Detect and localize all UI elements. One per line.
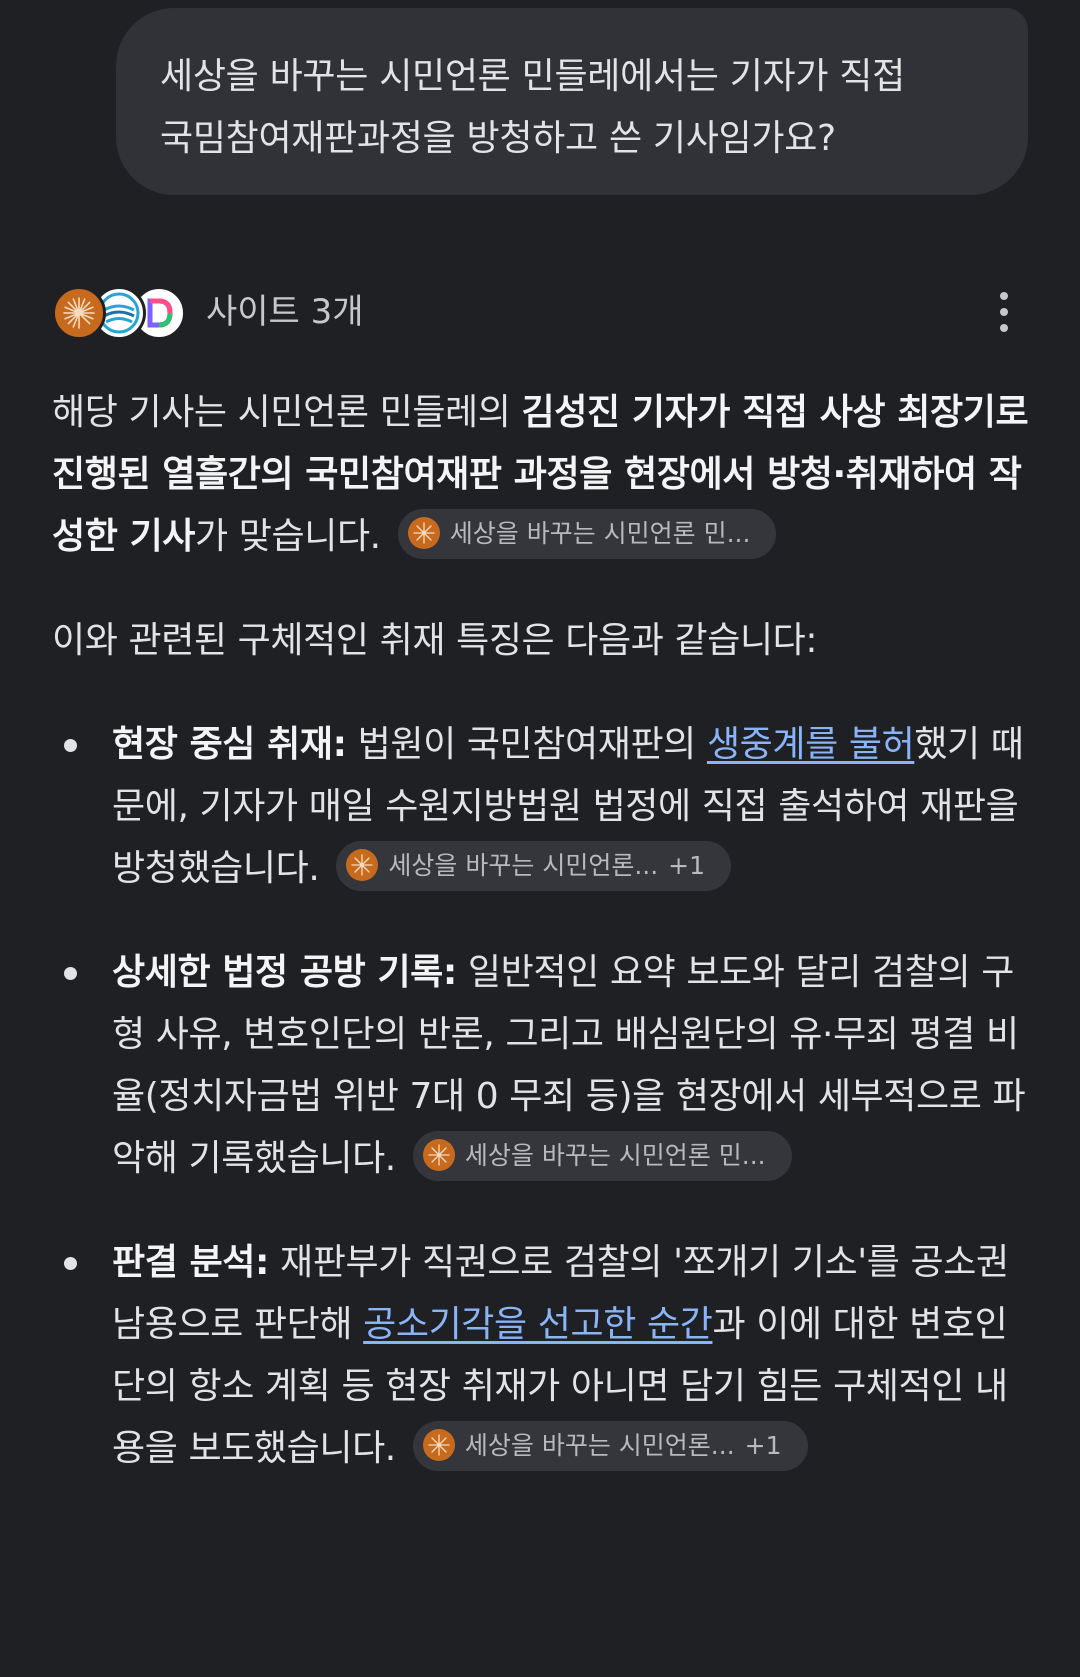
answer-intro-suffix: 가 맞습니다. xyxy=(195,516,381,557)
bullet-dot xyxy=(64,739,77,752)
bullet-dot xyxy=(64,1257,77,1270)
minddle-dandelion-icon xyxy=(422,1139,455,1171)
bullet-title: 판결 분석: xyxy=(112,1242,270,1283)
source-chip[interactable]: 세상을 바꾸는 시민언론 민... xyxy=(397,509,777,559)
bullet-title: 현장 중심 취재: xyxy=(112,724,347,765)
inline-link[interactable]: 생중계를 불허 xyxy=(707,724,915,765)
source-chip[interactable]: 세상을 바꾸는 시민언론 민... xyxy=(412,1131,792,1181)
source-chip-label: 세상을 바꾸는 시민언론 민... xyxy=(449,519,751,548)
source-chip-more-count: +1 xyxy=(668,851,706,880)
answer-intro-prefix: 해당 기사는 시민언론 민들레의 xyxy=(52,392,522,433)
source-chip-label: 세상을 바꾸는 시민언론 민... xyxy=(464,1141,766,1170)
minddle-dandelion-icon xyxy=(407,517,440,549)
list-item: 판결 분석: 재판부가 직권으로 검찰의 '쪼개기 기소'를 공소권 남용으로 … xyxy=(52,1232,1036,1480)
minddle-dandelion-icon xyxy=(422,1429,455,1461)
source-chip-label: 세상을 바꾸는 시민언론... xyxy=(464,1431,735,1460)
answer-body: 해당 기사는 시민언론 민들레의 김성진 기자가 직접 사상 최장기로 진행된 … xyxy=(52,382,1036,1522)
list-item: 현장 중심 취재: 법원이 국민참여재판의 생중계를 불허했기 때문에, 기자가… xyxy=(52,714,1036,900)
source-chip-label: 세상을 바꾸는 시민언론... xyxy=(388,851,659,880)
minddle-dandelion-icon xyxy=(346,849,379,881)
source-chip-more-count: +1 xyxy=(744,1431,782,1460)
user-query-bubble: 세상을 바꾸는 시민언론 민들레에서는 기자가 직접 국밈참여재판과정을 방청하… xyxy=(116,8,1028,195)
bullet-text: 법원이 국민참여재판의 xyxy=(346,724,707,765)
answer-intro-2: 이와 관련된 구체적인 취재 특징은 다음과 같습니다: xyxy=(52,620,818,661)
sources-row[interactable]: 사이트 3개 xyxy=(52,280,1028,348)
bullet-title: 상세한 법정 공방 기록: xyxy=(112,952,457,993)
source-chip[interactable]: 세상을 바꾸는 시민언론... +1 xyxy=(336,841,732,891)
source-chip[interactable]: 세상을 바꾸는 시민언론... +1 xyxy=(412,1421,808,1471)
more-options-button[interactable] xyxy=(990,288,1018,340)
bullet-dot xyxy=(64,967,77,980)
inline-link[interactable]: 공소기각을 선고한 순간 xyxy=(363,1304,713,1345)
sources-count-label[interactable]: 사이트 3개 xyxy=(206,288,364,336)
answer-bullet-list: 현장 중심 취재: 법원이 국민참여재판의 생중계를 불허했기 때문에, 기자가… xyxy=(52,714,1036,1480)
list-item: 상세한 법정 공방 기록: 일반적인 요약 보도와 달리 검찰의 구형 사유, … xyxy=(52,942,1036,1190)
answer-intro: 해당 기사는 시민언론 민들레의 김성진 기자가 직접 사상 최장기로 진행된 … xyxy=(52,382,1036,568)
user-query-line-2: 국밈참여재판과정을 방청하고 쓴 기사임가요? xyxy=(160,118,836,159)
user-query-line-1: 세상을 바꾸는 시민언론 민들레에서는 기자가 직접 xyxy=(160,56,905,97)
minddle-dandelion-favicon xyxy=(52,286,106,340)
